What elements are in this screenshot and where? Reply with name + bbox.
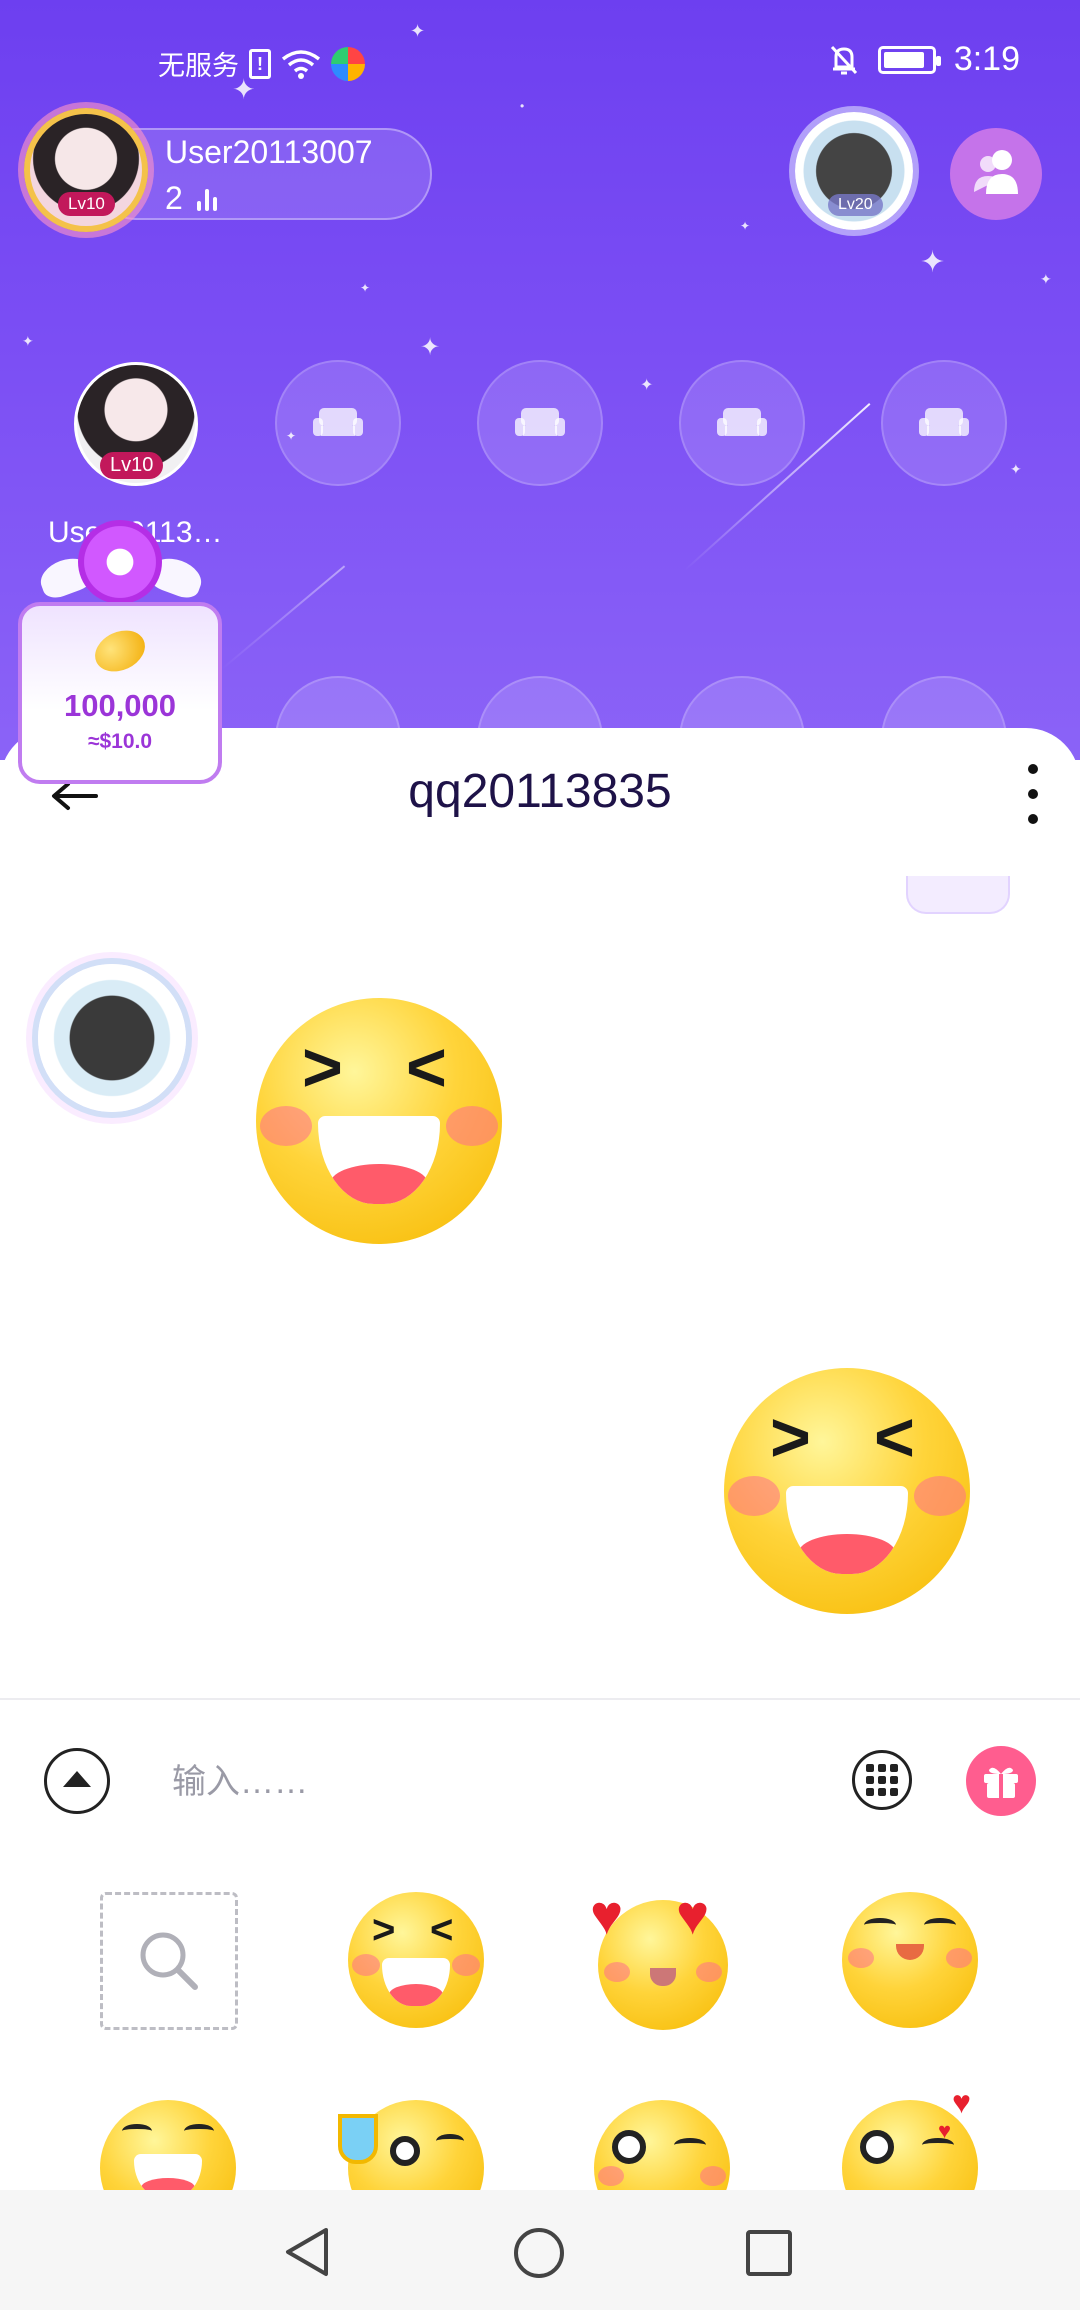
chat-bubble-partial[interactable] (906, 876, 1010, 914)
sofa-icon (515, 408, 565, 436)
clock: 3:19 (953, 40, 1020, 78)
empty-seat[interactable] (477, 360, 603, 486)
star-decoration: ✦ (740, 219, 751, 233)
members-icon (970, 148, 1022, 201)
more-vertical-icon (1028, 764, 1038, 774)
audio-bars-icon (196, 187, 217, 211)
shooting-star (221, 565, 346, 670)
seat-user-level-badge: Lv10 (100, 452, 164, 479)
nav-back-icon[interactable] (282, 2226, 332, 2278)
system-navigation-bar (0, 2190, 1080, 2310)
status-bar: 无服务 ! 3:19 (0, 0, 1080, 120)
coin-bean-icon (88, 622, 152, 680)
nav-recents-icon[interactable] (744, 2228, 794, 2278)
empty-seat[interactable] (679, 360, 805, 486)
laughing-emoji-message[interactable]: > < (256, 998, 502, 1244)
gift-reward-card[interactable]: 100,000 ≈$10.0 (18, 602, 222, 784)
partner-avatar[interactable] (38, 964, 186, 1112)
battery-icon (877, 45, 941, 74)
empty-seat[interactable] (275, 360, 401, 486)
star-decoration: ✦ (22, 333, 34, 349)
reward-usd-value: ≈$10.0 (87, 730, 153, 753)
owner-online-count: 2 (165, 180, 217, 217)
nav-home-icon[interactable] (512, 2226, 566, 2280)
sticker-search-button[interactable] (100, 1892, 238, 2030)
carrier-label: 无服务 (158, 51, 239, 81)
sofa-icon (717, 408, 767, 436)
host-level-badge: Lv20 (828, 194, 883, 216)
sticker-laughing[interactable]: > < (348, 1892, 484, 2028)
sofa-icon (313, 408, 363, 436)
keyboard-toggle-button[interactable] (852, 1750, 912, 1810)
star-decoration: ✦ (920, 246, 946, 279)
sofa-icon (919, 408, 969, 436)
owner-level-badge: Lv10 (58, 192, 115, 216)
owner-name: User20113007 (165, 134, 373, 170)
star-decoration: ✦ (1040, 271, 1052, 287)
members-button[interactable] (950, 128, 1042, 220)
empty-seat[interactable] (881, 360, 1007, 486)
wifi-icon (281, 48, 321, 80)
reward-amount: 100,000 (63, 688, 177, 723)
gift-icon (984, 1767, 1018, 1798)
sim-alert-icon: ! (249, 48, 271, 79)
browser-app-icon (331, 46, 365, 81)
heart-icon: ♥ (952, 2084, 971, 2120)
star-decoration: ✦ (640, 377, 654, 394)
sticker-praying[interactable] (842, 1892, 978, 2028)
online-count-value: 2 (165, 180, 183, 216)
gift-button[interactable] (966, 1746, 1036, 1816)
gift-charm-icon (78, 520, 162, 604)
expand-panel-button[interactable] (44, 1748, 110, 1814)
search-icon (140, 1932, 198, 1990)
laughing-emoji-message[interactable]: > < (724, 1368, 970, 1614)
star-decoration: ✦ (420, 334, 441, 361)
sticker-heart-eyes[interactable]: ♥ ♥ (590, 1883, 728, 2030)
star-decoration: ✦ (360, 281, 371, 295)
chat-input-bar (0, 1700, 1080, 1860)
expand-up-icon (63, 1771, 91, 1787)
heart-icon: ♥ (676, 1883, 710, 1946)
mute-bell-icon (828, 43, 860, 77)
more-options-button[interactable] (1018, 764, 1048, 824)
message-input[interactable] (150, 1752, 830, 1812)
keyboard-icon (866, 1764, 874, 1772)
heart-icon: ♥ (938, 2118, 952, 2143)
star-decoration: ✦ (1010, 461, 1022, 477)
heart-icon: ♥ (590, 1883, 624, 1946)
